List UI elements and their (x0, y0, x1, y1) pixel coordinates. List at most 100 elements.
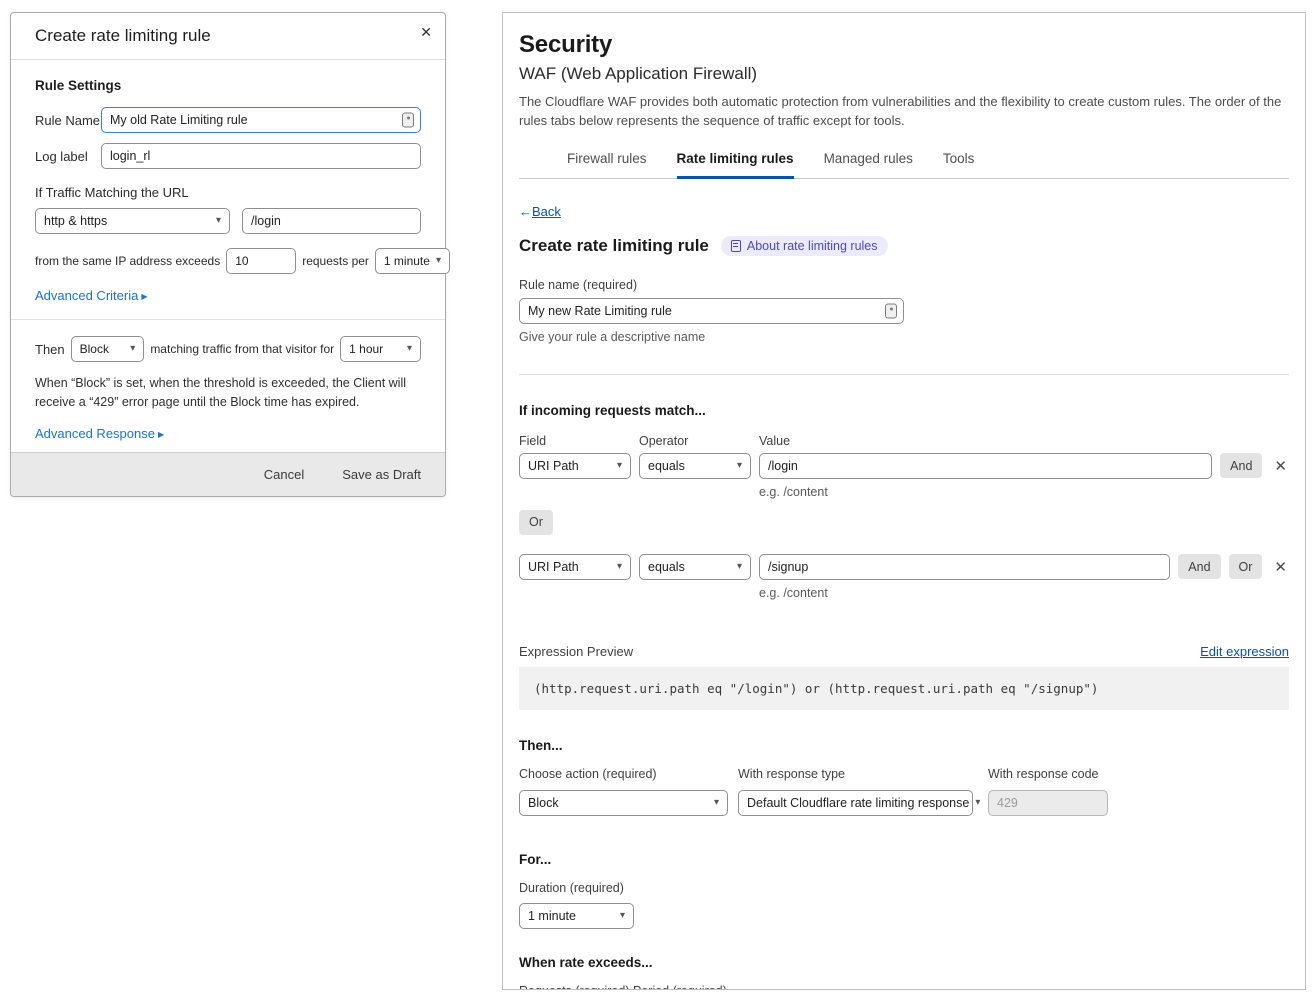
cancel-button[interactable]: Cancel (264, 467, 304, 482)
for-heading: For... (519, 852, 1289, 867)
condition-row-1: URI Path ▾ equals ▾ And ✕ (519, 453, 1289, 479)
section-divider (519, 374, 1289, 375)
chevron-down-icon: ▾ (407, 344, 412, 354)
tab-rate-limiting-rules[interactable]: Rate limiting rules (677, 151, 794, 179)
rule-name-label: Rule Name (35, 113, 101, 128)
value-help: e.g. /content (759, 485, 1289, 499)
condition-row-2: URI Path ▾ equals ▾ And Or ✕ (519, 554, 1289, 580)
and-button[interactable]: And (1178, 554, 1220, 579)
modal-title: Create rate limiting rule (35, 26, 211, 45)
then-label: Then (35, 342, 65, 357)
remove-condition-icon[interactable]: ✕ (1272, 558, 1289, 576)
and-button[interactable]: And (1220, 453, 1262, 478)
page-title: Security (519, 31, 1289, 59)
choose-action-label: Choose action (required) (519, 767, 728, 781)
rate-exceeds-heading: When rate exceeds... (519, 955, 1289, 970)
back-link[interactable]: ←Back (519, 204, 561, 219)
field-select[interactable]: URI Path ▾ (519, 453, 631, 479)
rule-name-input[interactable] (519, 298, 904, 324)
create-rate-limiting-rule-modal: Create rate limiting rule ✕ Rule Setting… (10, 12, 446, 497)
log-label-input[interactable] (101, 143, 421, 169)
tab-managed-rules[interactable]: Managed rules (824, 151, 913, 179)
advanced-response-link[interactable]: Advanced Response▶ (35, 426, 164, 441)
back-arrow-icon: ← (519, 204, 532, 219)
chevron-down-icon: ▾ (130, 344, 135, 354)
modal-header: Create rate limiting rule ✕ (11, 13, 445, 60)
edit-expression-link[interactable]: Edit expression (1200, 644, 1289, 659)
duration-select[interactable]: 1 minute ▾ (519, 903, 634, 929)
value-input[interactable] (759, 453, 1212, 479)
value-input[interactable] (759, 554, 1170, 580)
waf-tabs: Firewall rules Rate limiting rules Manag… (519, 151, 1289, 179)
advanced-criteria-link[interactable]: Advanced Criteria▶ (35, 288, 147, 303)
then-middle-text: matching traffic from that visitor for (150, 342, 334, 356)
page-description: The Cloudflare WAF provides both automat… (519, 93, 1289, 131)
then-row: Then Block ▾ matching traffic from that … (35, 336, 421, 362)
chevron-down-icon: ▾ (737, 562, 742, 572)
chevron-down-icon: ▾ (975, 798, 980, 808)
expression-preview-code: (http.request.uri.path eq "/login") or (… (519, 667, 1289, 710)
value-column-label: Value (759, 434, 790, 448)
response-code-label: With response code (988, 767, 1108, 781)
password-manager-icon[interactable] (402, 113, 414, 128)
password-manager-icon[interactable] (885, 303, 897, 318)
operator-select[interactable]: equals ▾ (639, 554, 751, 580)
chevron-down-icon: ▾ (216, 216, 221, 226)
rule-name-help: Give your rule a descriptive name (519, 330, 1289, 344)
period-select[interactable]: 1 minute ▾ (375, 248, 450, 274)
modal-divider (11, 319, 445, 320)
traffic-matching-heading: If Traffic Matching the URL (35, 185, 421, 200)
threshold-middle-text: requests per (302, 254, 369, 268)
expression-preview-label: Expression Preview (519, 644, 633, 659)
form-title: Create rate limiting rule (519, 236, 709, 256)
chevron-down-icon: ▾ (620, 911, 625, 921)
response-type-label: With response type (738, 767, 973, 781)
rule-settings-heading: Rule Settings (35, 78, 421, 93)
triangle-right-icon: ▶ (141, 292, 147, 301)
remove-condition-icon[interactable]: ✕ (1272, 457, 1289, 475)
requests-input[interactable] (226, 248, 296, 274)
action-select[interactable]: Block ▾ (519, 790, 728, 816)
tab-tools[interactable]: Tools (943, 151, 975, 179)
threshold-row: from the same IP address exceeds request… (35, 248, 421, 274)
field-column-label: Field (519, 434, 639, 448)
chevron-down-icon: ▾ (436, 256, 441, 266)
document-icon (731, 240, 741, 252)
action-select[interactable]: Block ▾ (71, 336, 145, 362)
chevron-down-icon: ▾ (617, 461, 622, 471)
operator-column-label: Operator (639, 434, 759, 448)
modal-body: Rule Settings Rule Name Log label If Tra… (11, 60, 445, 490)
waf-panel: Security WAF (Web Application Firewall) … (502, 12, 1306, 990)
ban-duration-select[interactable]: 1 hour ▾ (340, 336, 421, 362)
scheme-select[interactable]: http & https ▾ (35, 208, 230, 234)
duration-label: Duration (required) (519, 881, 1289, 895)
save-as-draft-button[interactable]: Save as Draft (342, 467, 421, 482)
modal-footer: Cancel Save as Draft (11, 452, 445, 496)
block-note: When “Block” is set, when the threshold … (35, 374, 421, 412)
requests-label: Requests (required) (519, 984, 633, 990)
triangle-right-icon: ▶ (158, 430, 164, 439)
incoming-requests-heading: If incoming requests match... (519, 403, 1289, 418)
value-help: e.g. /content (759, 586, 1289, 600)
url-match-row: http & https ▾ (35, 208, 421, 234)
operator-select[interactable]: equals ▾ (639, 453, 751, 479)
page-subtitle: WAF (Web Application Firewall) (519, 64, 1289, 84)
chevron-down-icon: ▾ (714, 798, 719, 808)
log-label-label: Log label (35, 149, 101, 164)
response-type-select[interactable]: Default Cloudflare rate limiting respons… (738, 790, 973, 816)
chevron-down-icon: ▾ (617, 562, 622, 572)
log-label-row: Log label (35, 143, 421, 169)
url-input[interactable] (242, 208, 421, 234)
period-label: Period (required) (633, 984, 727, 990)
or-button[interactable]: Or (1229, 554, 1263, 579)
rule-name-label: Rule name (required) (519, 278, 1289, 292)
or-button[interactable]: Or (519, 510, 553, 535)
rule-name-input[interactable] (101, 107, 421, 133)
threshold-prefix-text: from the same IP address exceeds (35, 254, 220, 268)
field-select[interactable]: URI Path ▾ (519, 554, 631, 580)
response-code-input (988, 790, 1108, 816)
close-icon[interactable]: ✕ (420, 24, 432, 41)
rule-name-row: Rule Name (35, 107, 421, 133)
about-rate-limiting-badge[interactable]: About rate limiting rules (721, 236, 888, 256)
tab-firewall-rules[interactable]: Firewall rules (567, 151, 647, 179)
